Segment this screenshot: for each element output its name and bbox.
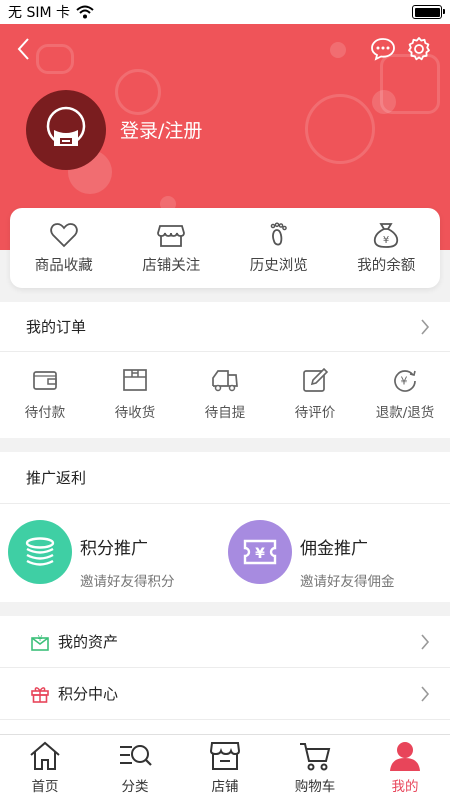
chevron-right-icon [421,685,430,702]
promo-title: 积分推广 [80,539,148,559]
order-label: 待付款 [24,405,66,421]
quick-links-card: 商品收藏 店铺关注 历史浏览 ¥ 我的余额 [10,208,440,288]
truck-icon [212,370,238,392]
chevron-right-icon [421,318,430,335]
status-bar: 无 SIM 卡 [0,0,450,24]
orders-section: 我的订单 待付款 待收货 待自提 待评价 ¥ 退款/退货 [0,302,450,438]
back-icon[interactable] [12,36,38,62]
tab-home[interactable]: 首页 [0,735,90,800]
promotion-title: 推广返利 [26,469,87,487]
tab-label: 购物车 [294,779,336,795]
order-label: 退款/退货 [375,405,435,421]
tab-shop[interactable]: 店铺 [180,735,270,800]
message-icon[interactable] [370,36,396,62]
order-pending-receipt[interactable]: 待收货 [90,352,180,436]
svg-text:¥: ¥ [37,634,42,643]
tab-me[interactable]: 我的 [360,735,450,800]
promo-subtitle: 邀请好友得佣金 [300,574,395,590]
cart-icon [300,743,331,771]
yuan-ticket-icon: ¥ [243,539,277,565]
footprint-icon [270,221,287,245]
quick-item-balance[interactable]: ¥ 我的余额 [333,208,441,288]
assets-icon: ¥ [31,634,49,651]
promo-commission[interactable]: ¥ 佣金推广 邀请好友得佣金 [225,504,450,600]
promo-points-badge [8,520,72,584]
avatar[interactable] [26,90,106,170]
order-pending-payment[interactable]: 待付款 [0,352,90,436]
svg-text:¥: ¥ [255,546,265,562]
decor-bubble [36,44,74,74]
decor-circle [305,94,375,164]
category-icon [120,745,152,766]
default-avatar-icon [46,106,86,146]
menu-item-points-center[interactable]: 积分中心 [0,668,450,720]
order-label: 待自提 [204,405,246,421]
order-refund[interactable]: ¥ 退款/退货 [360,352,450,436]
wallet-icon [33,371,57,390]
tab-label: 店铺 [211,779,239,795]
promo-points[interactable]: 积分推广 邀请好友得积分 [0,504,225,600]
shop-icon [209,742,241,770]
decor-blob [372,90,396,114]
gift-icon [31,686,49,703]
quick-item-history[interactable]: 历史浏览 [225,208,333,288]
quick-item-label: 我的余额 [357,257,416,274]
promotion-header: 推广返利 [0,452,450,504]
decor-circle [115,69,161,115]
quick-item-label: 店铺关注 [142,257,201,274]
orders-header[interactable]: 我的订单 [0,302,450,352]
order-pending-pickup[interactable]: 待自提 [180,352,270,436]
promo-title: 佣金推广 [300,539,368,559]
bottom-tab-bar: 首页 分类 店铺 购物车 我的 [0,734,450,800]
tab-label: 首页 [31,779,59,795]
promotion-section: 推广返利 积分推广 邀请好友得积分 ¥ 佣金推广 邀请好友得佣金 [0,452,450,602]
heart-icon [50,222,78,247]
refund-icon: ¥ [394,370,416,392]
carrier: 无 SIM 卡 [8,2,94,22]
login-register-link[interactable]: 登录/注册 [120,116,202,143]
menu-list: ¥ 我的资产 积分中心 [0,616,450,734]
menu-item-assets[interactable]: ¥ 我的资产 [0,616,450,668]
promo-commission-badge: ¥ [228,520,292,584]
order-pending-review[interactable]: 待评价 [270,352,360,436]
coins-icon [25,537,55,566]
menu-item-label: 积分中心 [58,685,119,703]
tab-category[interactable]: 分类 [90,735,180,800]
quick-item-label: 商品收藏 [34,257,93,274]
decor-blob [330,42,346,58]
promo-subtitle: 邀请好友得积分 [80,574,175,590]
quick-item-followed-stores[interactable]: 店铺关注 [118,208,226,288]
order-label: 待评价 [294,405,336,421]
user-icon [390,742,420,771]
quick-item-favorites[interactable]: 商品收藏 [10,208,118,288]
order-label: 待收货 [114,405,156,421]
svg-text:¥: ¥ [401,375,408,388]
edit-icon [303,367,329,392]
carrier-text: 无 SIM 卡 [8,5,70,21]
orders-title: 我的订单 [26,318,87,336]
tab-cart[interactable]: 购物车 [270,735,360,800]
home-icon [30,741,60,770]
tab-label: 分类 [121,779,149,795]
chevron-right-icon [421,633,430,650]
gear-icon[interactable] [406,36,432,62]
menu-item-label: 我的资产 [58,633,119,651]
store-icon [157,224,186,247]
tab-label: 我的 [391,779,419,795]
quick-item-label: 历史浏览 [249,257,308,274]
box-icon [123,369,147,391]
money-bag-icon: ¥ [374,222,399,248]
battery-icon [412,5,445,19]
svg-text:¥: ¥ [383,235,389,246]
wifi-icon [76,5,94,19]
